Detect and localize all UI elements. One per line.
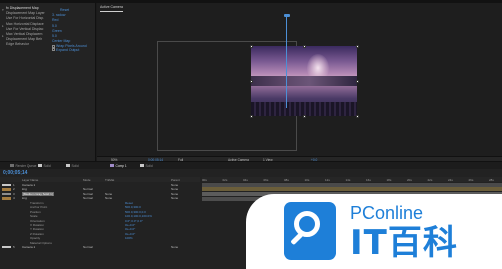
layer-label-color[interactable]: [2, 188, 11, 191]
transform-handle[interactable]: [355, 79, 359, 83]
tab-label: Solid: [71, 163, 79, 168]
layer-parent-select[interactable]: None: [171, 245, 178, 250]
layer-duration-bar[interactable]: [202, 187, 502, 192]
timeline-tab[interactable]: Comp 1: [110, 164, 127, 169]
transform-handle[interactable]: [249, 114, 253, 118]
layer-image-thumbnail[interactable]: [251, 46, 357, 116]
effect-controls-panel: ▾ fx Displacement Map Reset Displacement Ma…: [0, 3, 96, 161]
layer-label-color[interactable]: [2, 183, 11, 186]
tab-color-swatch: [10, 164, 14, 168]
tab-label: Solid: [145, 163, 153, 168]
checkbox[interactable]: [52, 48, 55, 52]
transform-handle[interactable]: [302, 44, 306, 48]
comp-view-tab[interactable]: Active Camera: [100, 5, 123, 11]
timeline-tab[interactable]: Render Queue: [10, 164, 36, 169]
layer-duration-bar[interactable]: [202, 182, 502, 187]
layer-number: 5: [13, 245, 15, 250]
layer-mode-select[interactable]: Normal: [83, 245, 93, 250]
watermark-cn: IT百科: [350, 223, 458, 263]
timeline-tab[interactable]: Solid: [66, 164, 79, 169]
tab-label: Comp 1: [115, 163, 127, 168]
tab-label: Render Queue: [15, 163, 37, 168]
layer-label-color[interactable]: [2, 192, 11, 196]
tab-color-swatch: [140, 164, 144, 168]
layer-name[interactable]: Camera 1: [22, 245, 35, 250]
tab-color-swatch: [66, 164, 70, 168]
magnifier-handle: [290, 231, 304, 246]
timeline-layer-row[interactable]: 5 Camera 1 Normal None: [0, 245, 200, 250]
tab-color-swatch: [38, 164, 42, 168]
timeline-tabs: Render Queue Solid Solid Comp 1 Solid: [0, 162, 502, 169]
transform-handle[interactable]: [302, 114, 306, 118]
transform-handle[interactable]: [355, 44, 359, 48]
effect-property-value[interactable]: Expand Output: [56, 48, 79, 52]
transform-handle[interactable]: [249, 79, 253, 83]
effect-property-row[interactable]: Expand Output: [2, 48, 79, 53]
timeline-tab[interactable]: Solid: [140, 164, 153, 169]
transform-handle[interactable]: [249, 44, 253, 48]
watermark-brand: PConline: [350, 203, 424, 223]
layer-label-color[interactable]: [2, 197, 11, 200]
tab-color-swatch: [110, 164, 114, 168]
timeline-tab[interactable]: Solid: [38, 164, 51, 169]
horizon: [251, 76, 357, 86]
layer-label-color[interactable]: [2, 245, 11, 249]
tab-label: Solid: [43, 163, 51, 168]
transform-handle[interactable]: [355, 114, 359, 118]
current-time-indicator[interactable]: [286, 15, 287, 108]
layer-name[interactable]: [Medium Gray Solid 1]: [22, 192, 54, 196]
time-ruler[interactable]: 00s 02s 04s 06s 08s 10s 12s 14s 16s 18s 20s 22s 24s 2…: [202, 177, 502, 182]
timeline-column-headers: Layer Name Mode TrkMat Parent: [0, 177, 200, 182]
pconline-watermark: PConline IT百科: [246, 194, 502, 269]
magnifier-logo-icon: [284, 202, 336, 260]
timeline-timecode[interactable]: 0;00;05;14: [3, 170, 27, 176]
